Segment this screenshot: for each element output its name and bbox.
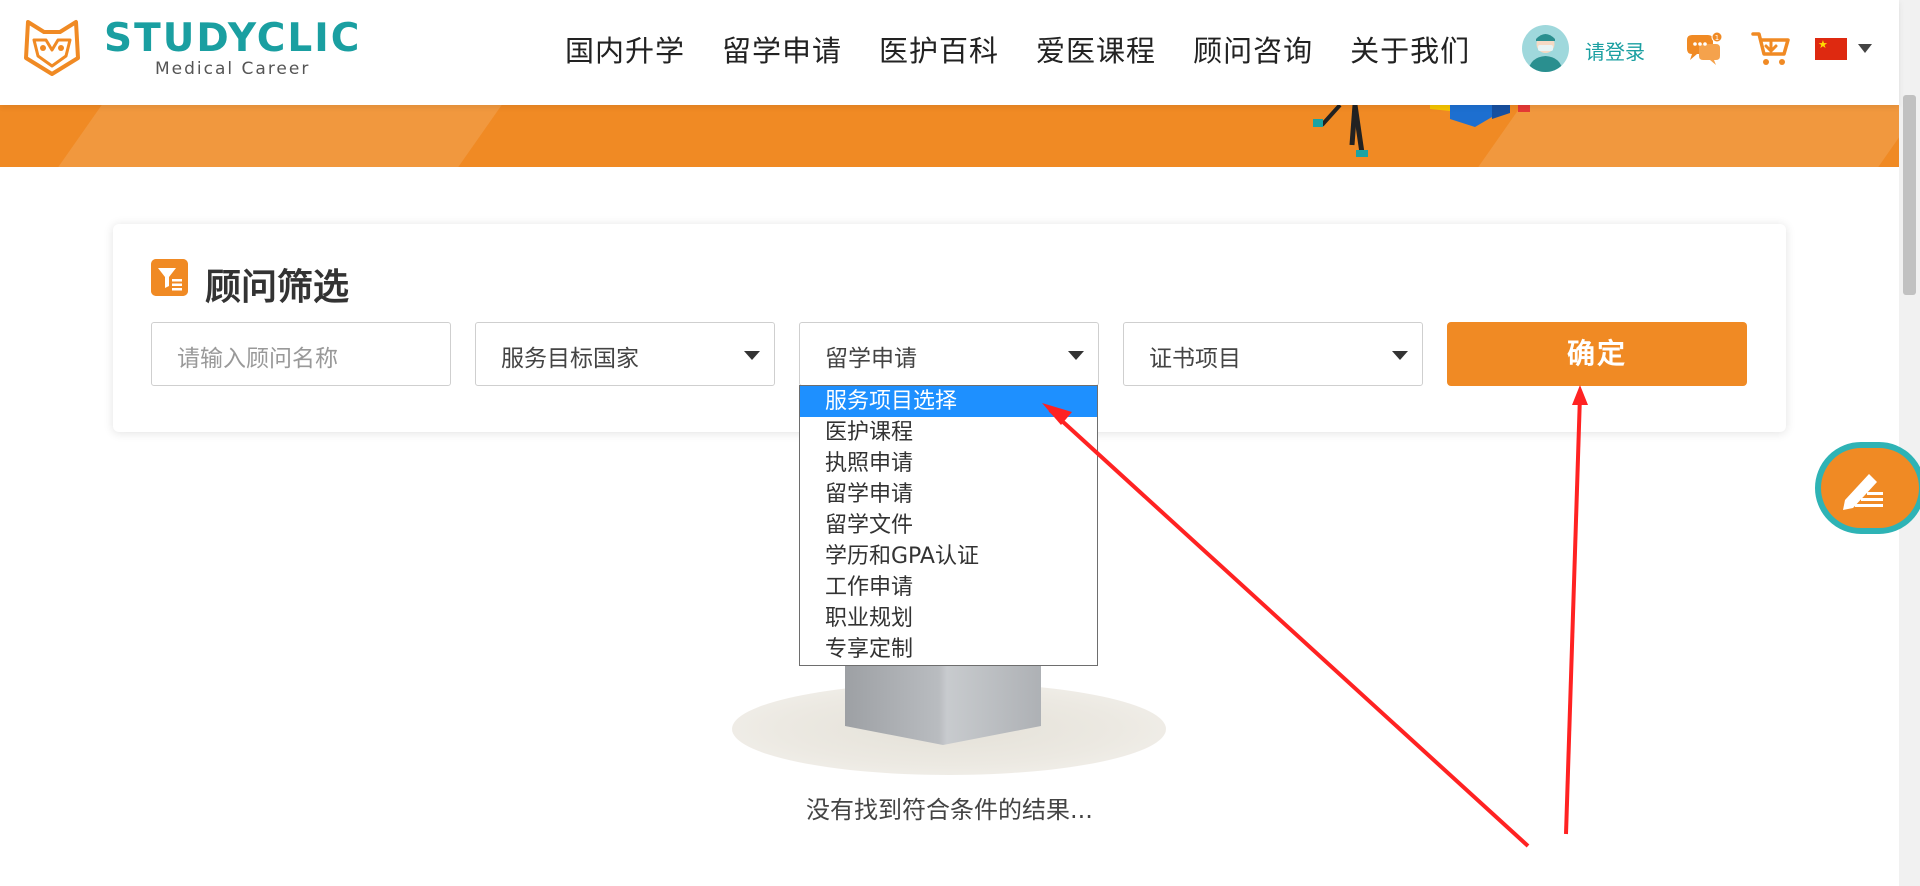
nav-item-consulting[interactable]: 顾问咨询	[1193, 28, 1313, 70]
china-flag-icon[interactable]: ★	[1815, 38, 1847, 60]
logo-subtitle: Medical Career	[155, 58, 311, 79]
service-select[interactable]: 留学申请	[799, 322, 1099, 386]
dropdown-option[interactable]: 专享定制	[800, 634, 1097, 665]
nav-item-domestic[interactable]: 国内升学	[565, 28, 685, 70]
service-dropdown-list: 服务项目选择 医护课程 执照申请 留学申请 留学文件 学历和GPA认证 工作申请…	[799, 385, 1098, 666]
avatar[interactable]	[1522, 25, 1569, 72]
certificate-value: 证书项目	[1149, 346, 1241, 372]
chevron-down-icon	[1392, 351, 1408, 360]
dropdown-option[interactable]: 职业规划	[800, 603, 1097, 634]
target-country-value: 服务目标国家	[501, 346, 639, 372]
pencil-icon	[1843, 474, 1883, 510]
confirm-button[interactable]: 确定	[1447, 322, 1747, 386]
dropdown-option[interactable]: 学历和GPA认证	[800, 541, 1097, 572]
annotation-arrow-to-dropdown	[1048, 408, 1530, 848]
filter-title: 顾问筛选	[205, 267, 350, 308]
page-scrollbar[interactable]	[1899, 0, 1920, 886]
chat-badge: 1	[1715, 34, 1719, 42]
target-country-select[interactable]: 服务目标国家	[475, 322, 775, 386]
advisor-name-input[interactable]: 请输入顾问名称	[151, 322, 451, 386]
empty-state-message: 没有找到符合条件的结果...	[806, 796, 1093, 824]
dropdown-option[interactable]: 执照申请	[800, 448, 1097, 479]
dropdown-option[interactable]: 留学文件	[800, 510, 1097, 541]
chevron-down-icon	[744, 351, 760, 360]
dropdown-option[interactable]: 服务项目选择	[800, 386, 1097, 417]
chevron-down-icon	[1068, 351, 1084, 360]
dropdown-option[interactable]: 医护课程	[800, 417, 1097, 448]
fox-logo-icon	[24, 20, 80, 76]
chat-icon[interactable]: 1	[1685, 32, 1723, 68]
nav-item-study-abroad[interactable]: 留学申请	[722, 28, 842, 70]
language-dropdown-icon[interactable]	[1858, 44, 1872, 53]
annotation-arrow-to-confirm	[1564, 394, 1582, 835]
logo-title: STUDYCLIC	[104, 15, 362, 61]
service-value: 留学申请	[825, 346, 917, 372]
nav-item-medical-wiki[interactable]: 医护百科	[879, 28, 999, 70]
cart-icon[interactable]	[1751, 30, 1791, 68]
hero-banner	[0, 105, 1899, 167]
logo[interactable]: STUDYCLIC Medical Career	[22, 18, 361, 78]
dropdown-option[interactable]: 工作申请	[800, 572, 1097, 603]
main-nav: 国内升学 留学申请 医护百科 爱医课程 顾问咨询 关于我们	[565, 28, 1507, 70]
banner-decoration	[58, 105, 502, 167]
nav-item-about[interactable]: 关于我们	[1350, 28, 1470, 70]
scrollbar-thumb[interactable]	[1903, 95, 1916, 295]
site-header: STUDYCLIC Medical Career 国内升学 留学申请 医护百科 …	[0, 0, 1899, 105]
nav-item-courses[interactable]: 爱医课程	[1036, 28, 1156, 70]
certificate-select[interactable]: 证书项目	[1123, 322, 1423, 386]
advisor-name-placeholder: 请输入顾问名称	[177, 346, 338, 372]
banner-illustration-icon	[1313, 105, 1530, 157]
doctor-avatar-icon	[1528, 34, 1563, 72]
filter-icon	[151, 259, 188, 296]
login-link[interactable]: 请登录	[1585, 36, 1645, 65]
floating-edit-button[interactable]	[1815, 442, 1920, 534]
dropdown-option[interactable]: 留学申请	[800, 479, 1097, 510]
